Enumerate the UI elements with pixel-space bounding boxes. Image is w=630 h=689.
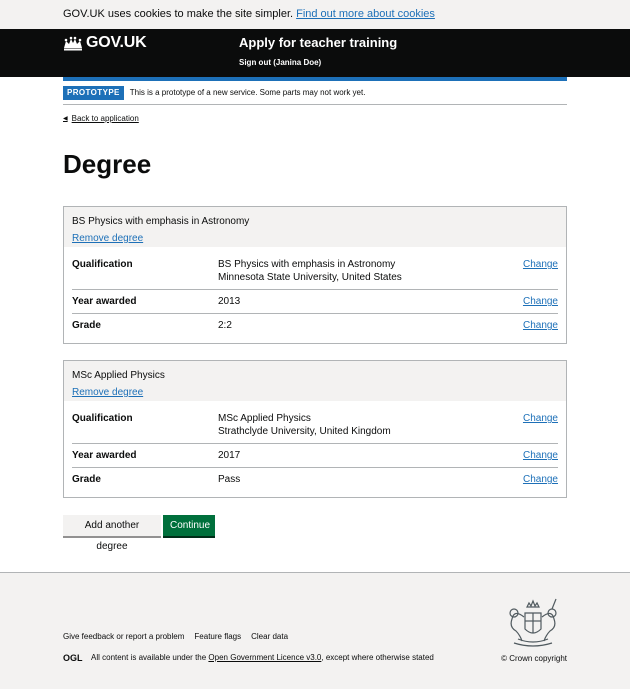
phase-banner: PROTOTYPE This is a prototype of a new s… <box>63 86 567 105</box>
logo-text: GOV.UK <box>86 34 147 51</box>
phase-text: This is a prototype of a new service. So… <box>129 88 366 97</box>
change-grade-link[interactable]: Change <box>523 320 558 331</box>
crown-icon <box>64 36 82 50</box>
continue-button[interactable]: Continue <box>163 515 215 536</box>
summary-key: Year awarded <box>72 450 137 461</box>
summary-row-year-awarded: Year awarded 2013 Change <box>72 290 558 314</box>
change-qualification-link[interactable]: Change <box>523 413 558 424</box>
royal-coat-of-arms-icon <box>509 598 557 647</box>
degree-card: BS Physics with emphasis in Astronomy Re… <box>63 206 567 344</box>
degree-card: MSc Applied Physics Remove degree Qualif… <box>63 360 567 498</box>
summary-key: Qualification <box>72 413 133 424</box>
summary-action: Change <box>522 473 558 486</box>
ogl-link[interactable]: Open Government Licence v3.0 <box>208 653 321 662</box>
sign-out-link[interactable]: Sign out (Janina Doe) <box>239 58 321 67</box>
footer: Give feedback or report a problem Featur… <box>0 572 630 689</box>
summary-action: Change <box>522 449 558 462</box>
phase-tag: PROTOTYPE <box>63 86 124 100</box>
summary-value: Pass <box>218 474 241 485</box>
footer-links: Give feedback or report a problem Featur… <box>63 632 298 641</box>
chevron-left-icon: ◀ <box>63 116 68 122</box>
summary-key: Year awarded <box>72 296 137 307</box>
licence-prefix: All content is available under the <box>91 653 207 662</box>
licence-suffix: , except where otherwise stated <box>321 653 434 662</box>
summary-row-grade: Grade 2:2 Change <box>72 314 558 343</box>
cookie-info-link[interactable]: Find out more about cookies <box>296 8 435 20</box>
svg-text:OGL: OGL <box>63 653 83 662</box>
summary-value: 2017 <box>218 450 241 461</box>
change-grade-link[interactable]: Change <box>523 474 558 485</box>
crown-copyright-link[interactable]: © Crown copyright <box>501 654 567 663</box>
summary-list: Qualification MSc Applied Physics Strath… <box>64 401 566 497</box>
summary-key: Grade <box>72 474 101 485</box>
back-link[interactable]: ◀ Back to application <box>63 114 139 123</box>
feature-flags-link[interactable]: Feature flags <box>194 632 241 641</box>
summary-list: Qualification BS Physics with emphasis i… <box>64 247 566 343</box>
licence-text: All content is available under the Open … <box>91 653 434 662</box>
qualification-name: BS Physics with emphasis in Astronomy <box>218 259 396 270</box>
licence-row: OGL All content is available under the O… <box>63 653 567 662</box>
summary-action: Change <box>522 258 558 284</box>
cookie-banner: GOV.UK uses cookies to make the site sim… <box>0 0 630 29</box>
service-name-link[interactable]: Apply for teacher training <box>239 35 397 50</box>
summary-key: Grade <box>72 320 101 331</box>
summary-value: MSc Applied Physics Strathclyde Universi… <box>218 412 522 438</box>
degree-card-title: BS Physics with emphasis in Astronomy <box>72 216 250 227</box>
change-year-link[interactable]: Change <box>523 450 558 461</box>
summary-value: 2:2 <box>218 320 232 331</box>
button-group: Add another degree Continue <box>63 515 215 552</box>
clear-data-link[interactable]: Clear data <box>251 632 288 641</box>
page-title: Degree <box>63 149 152 179</box>
cookie-banner-text: GOV.UK uses cookies to make the site sim… <box>63 8 294 20</box>
summary-action: Change <box>522 412 558 438</box>
summary-action: Change <box>522 295 558 308</box>
summary-row-year-awarded: Year awarded 2017 Change <box>72 444 558 468</box>
change-qualification-link[interactable]: Change <box>523 259 558 270</box>
govuk-logo-link[interactable]: GOV.UK <box>63 34 147 52</box>
back-link-label: Back to application <box>71 114 139 123</box>
add-another-degree-button[interactable]: Add another degree <box>63 515 161 552</box>
remove-degree-link[interactable]: Remove degree <box>72 386 143 399</box>
institution-name: Minnesota State University, United State… <box>218 272 402 283</box>
degree-card-header: BS Physics with emphasis in Astronomy Re… <box>64 207 566 247</box>
header: GOV.UK Apply for teacher training Sign o… <box>0 29 630 77</box>
change-year-link[interactable]: Change <box>523 296 558 307</box>
feedback-link[interactable]: Give feedback or report a problem <box>63 632 184 641</box>
summary-value: 2013 <box>218 296 241 307</box>
institution-name: Strathclyde University, United Kingdom <box>218 426 391 437</box>
summary-value: BS Physics with emphasis in Astronomy Mi… <box>218 258 522 284</box>
summary-row-qualification: Qualification MSc Applied Physics Strath… <box>72 401 558 444</box>
remove-degree-link[interactable]: Remove degree <box>72 232 143 245</box>
qualification-name: MSc Applied Physics <box>218 413 311 424</box>
summary-row-grade: Grade Pass Change <box>72 468 558 497</box>
degree-card-header: MSc Applied Physics Remove degree <box>64 361 566 401</box>
summary-key: Qualification <box>72 259 133 270</box>
ogl-logo-icon: OGL <box>63 653 83 662</box>
degree-card-title: MSc Applied Physics <box>72 370 165 381</box>
summary-action: Change <box>522 319 558 332</box>
header-blue-bar <box>63 77 567 81</box>
summary-row-qualification: Qualification BS Physics with emphasis i… <box>72 247 558 290</box>
